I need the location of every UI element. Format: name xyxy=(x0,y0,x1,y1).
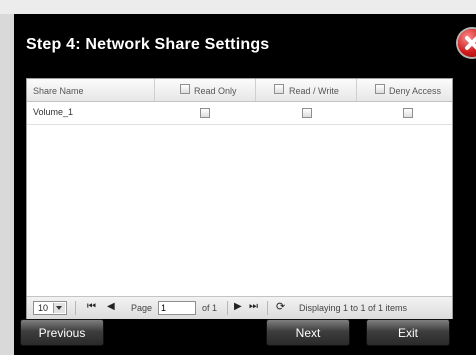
share-table: Share Name Read Only Read / Write Deny A… xyxy=(26,78,453,319)
previous-button[interactable]: Previous xyxy=(20,319,104,346)
header-deny-access-label: Deny Access xyxy=(389,86,442,96)
read-only-checkbox[interactable] xyxy=(200,108,210,118)
header-read-only-label: Read Only xyxy=(194,86,237,96)
table-header: Share Name Read Only Read / Write Deny A… xyxy=(27,79,452,102)
read-write-all-checkbox[interactable] xyxy=(274,84,284,94)
page-count-label: of 1 xyxy=(202,303,218,313)
refresh-icon[interactable]: ⟳ xyxy=(276,301,285,313)
close-icon[interactable] xyxy=(458,29,476,57)
header-read-only: Read Only xyxy=(155,79,256,101)
header-deny-access: Deny Access xyxy=(357,79,452,101)
deny-access-checkbox[interactable] xyxy=(403,108,413,118)
separator xyxy=(267,301,268,315)
table-row: Volume_1 xyxy=(27,102,452,125)
next-button[interactable]: Next xyxy=(266,319,350,346)
deny-access-all-checkbox[interactable] xyxy=(375,84,385,94)
last-page-icon[interactable]: ⏭ xyxy=(249,301,258,313)
header-read-write: Read / Write xyxy=(256,79,357,101)
read-only-all-checkbox[interactable] xyxy=(180,84,190,94)
pagination-status: Displaying 1 to 1 of 1 items xyxy=(299,303,408,313)
separator xyxy=(227,301,228,315)
page-size-value: 10 xyxy=(38,303,49,313)
header-read-write-label: Read / Write xyxy=(289,86,339,96)
pagination-bar: 10 ⏮ ◀ Page of 1 ▶ ⏭ ⟳ Displaying 1 to 1… xyxy=(27,296,452,319)
prev-page-icon[interactable]: ◀ xyxy=(107,301,115,313)
exit-button[interactable]: Exit xyxy=(366,319,450,346)
window-top-strip xyxy=(0,0,476,14)
page-size-select[interactable]: 10 xyxy=(33,301,67,315)
first-page-icon[interactable]: ⏮ xyxy=(87,301,96,313)
dialog-title: Step 4: Network Share Settings xyxy=(26,36,270,53)
share-name-cell: Volume_1 xyxy=(33,107,74,117)
chevron-down-icon xyxy=(53,303,65,313)
page-label: Page xyxy=(131,303,153,313)
separator xyxy=(75,301,76,315)
page-number-input[interactable] xyxy=(158,301,196,315)
header-share-name-label: Share Name xyxy=(33,86,84,96)
read-write-checkbox[interactable] xyxy=(302,108,312,118)
header-share-name: Share Name xyxy=(27,79,155,101)
next-page-icon[interactable]: ▶ xyxy=(234,301,242,313)
